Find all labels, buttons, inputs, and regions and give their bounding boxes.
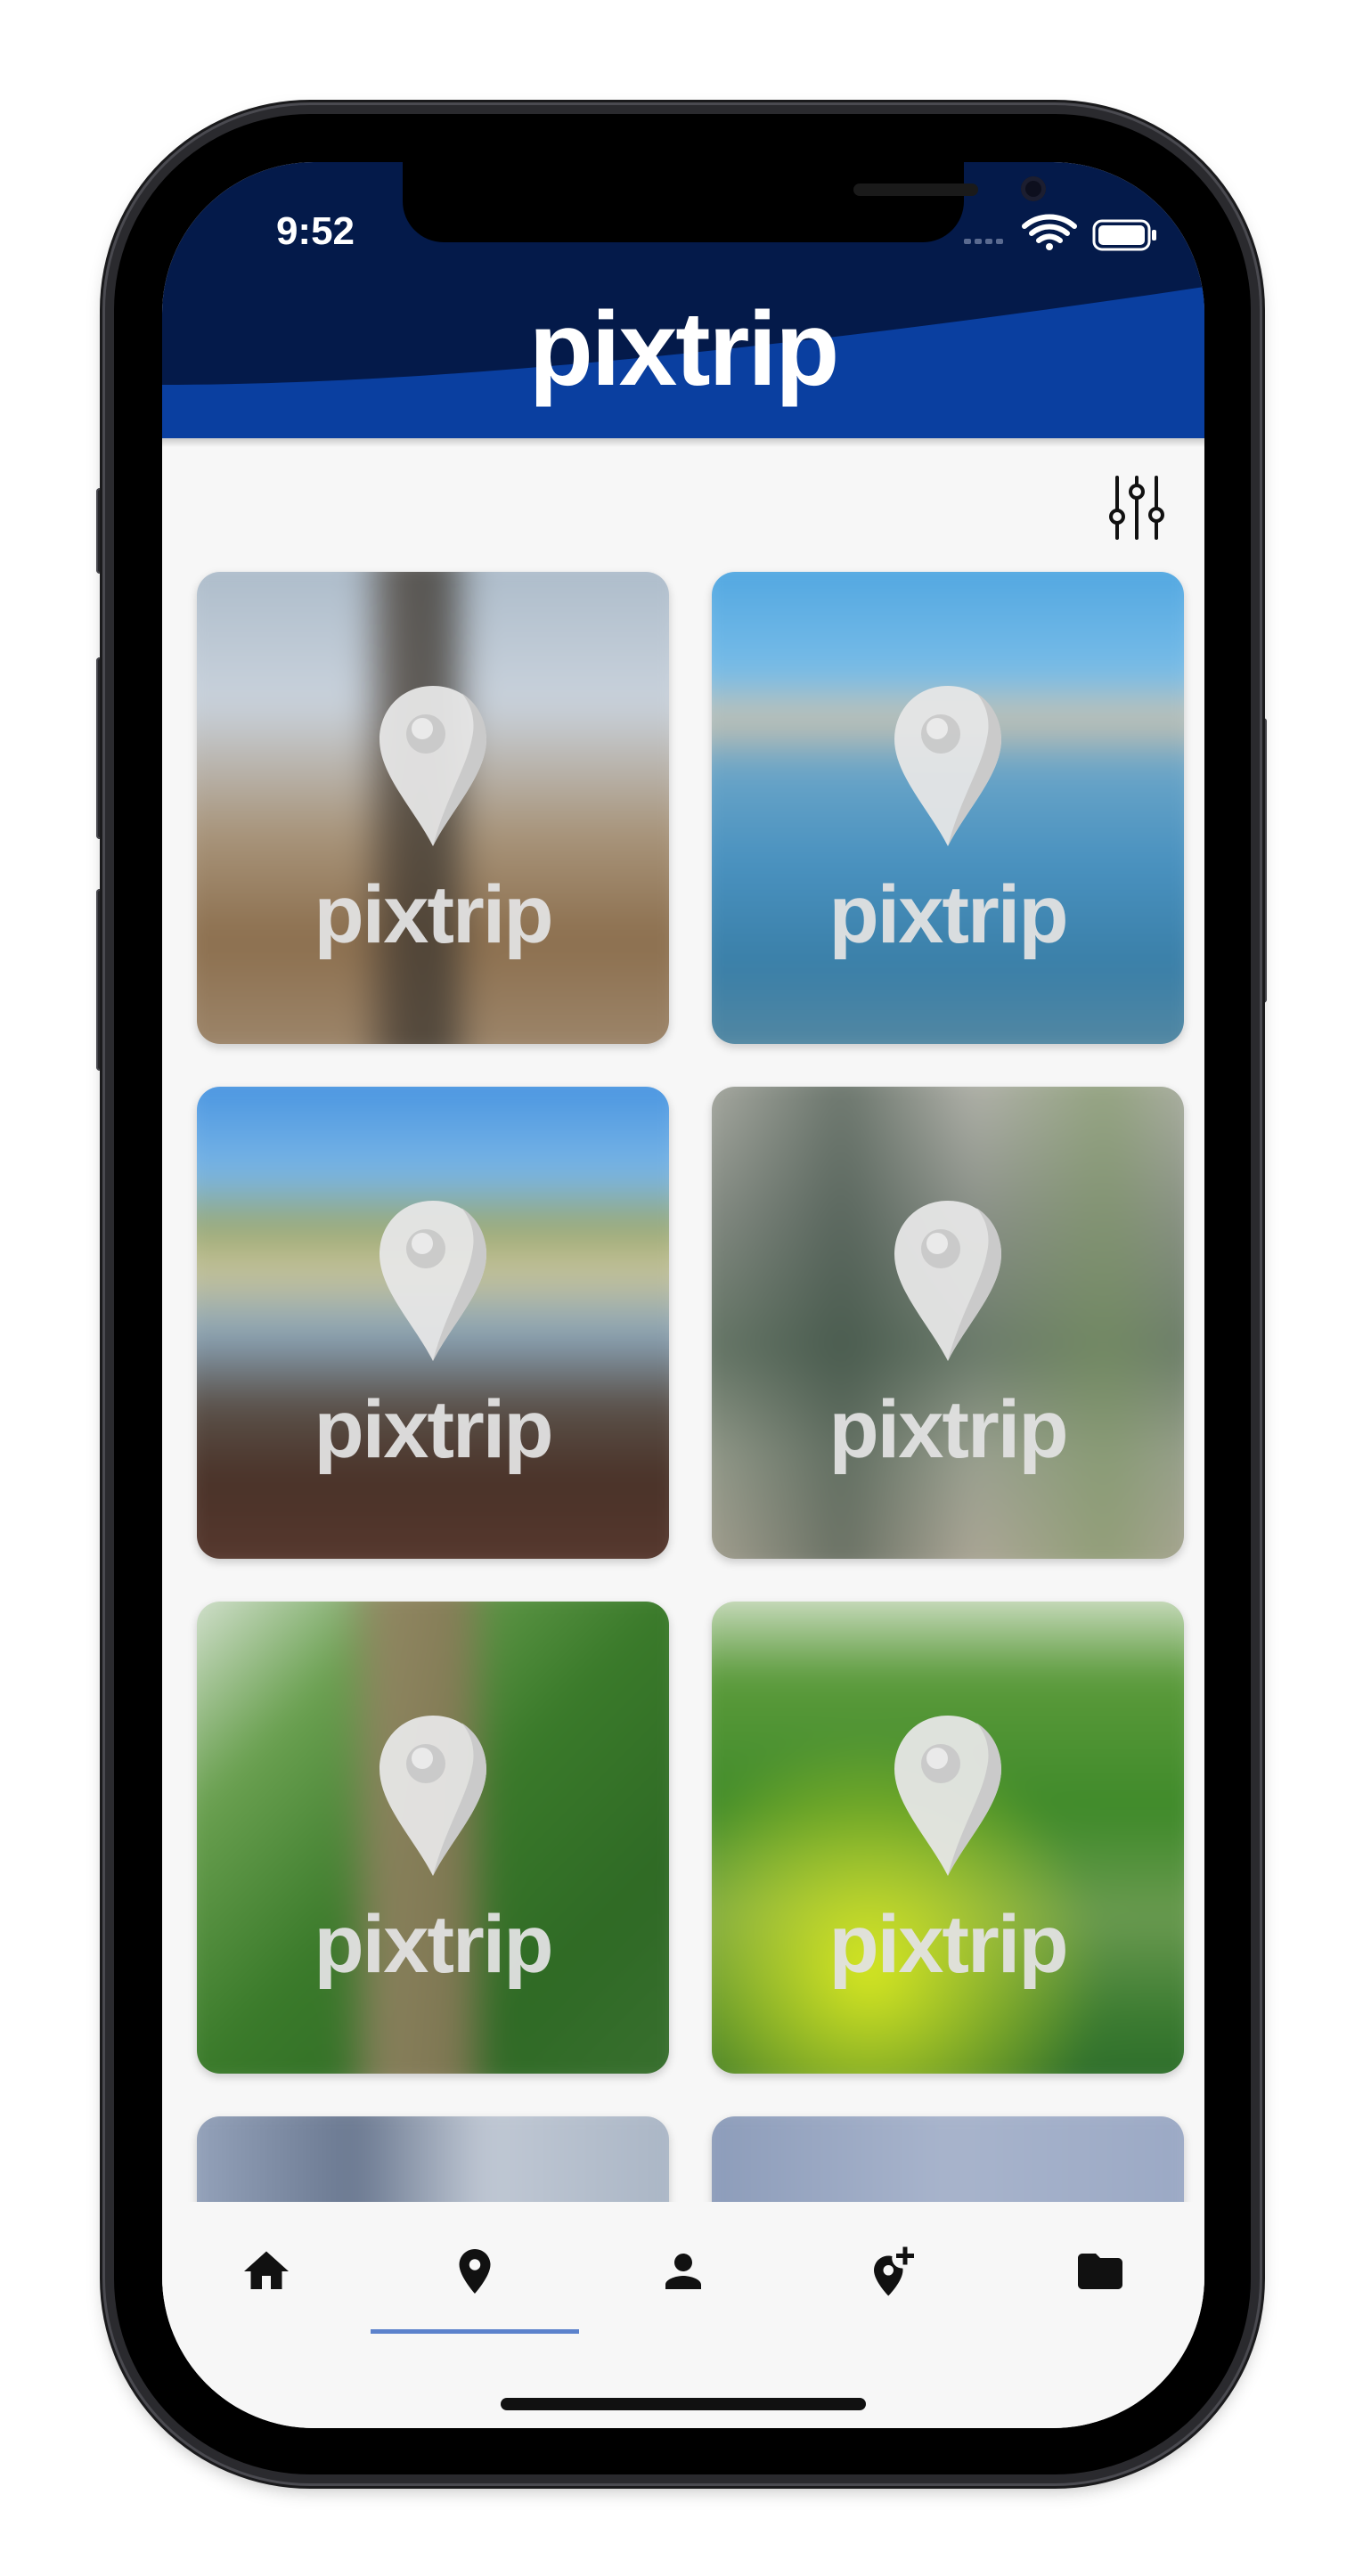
photo-tile[interactable]: [197, 2116, 669, 2202]
nav-active-indicator: [371, 2329, 579, 2334]
tile-brand-text: pixtrip: [314, 869, 553, 960]
nav-add-location[interactable]: [788, 2202, 996, 2344]
app-header: 9:52 pixtrip: [162, 162, 1204, 438]
photo-tile[interactable]: pixtrip: [197, 1602, 669, 2074]
folder-icon: [1078, 2254, 1122, 2289]
app-title: pixtrip: [528, 290, 840, 408]
map-pin-icon: [459, 2249, 491, 2294]
tile-brand-text: pixtrip: [314, 1899, 553, 1990]
map-pin-icon: [380, 686, 486, 846]
nav-profile[interactable]: [579, 2202, 788, 2344]
photo-grid: pixtrip pixtrip pixtrip pixtrip pixtrip …: [162, 162, 1204, 2202]
app-screen: pixtrip pixtrip pixtrip pixtrip pixtrip …: [162, 162, 1204, 2428]
tile-brand-text: pixtrip: [828, 1899, 1068, 1990]
photo-tile[interactable]: pixtrip: [197, 1087, 669, 1559]
header-shadow: [162, 438, 1204, 447]
device-notch: [403, 162, 1046, 242]
sliders-icon: [1109, 476, 1164, 540]
wifi-icon: [1022, 214, 1077, 243]
map-pin-icon: [380, 1716, 486, 1876]
speaker-grille: [853, 183, 978, 196]
device-mockup: pixtrip pixtrip pixtrip pixtrip pixtrip …: [0, 0, 1363, 2576]
photo-tile[interactable]: [712, 2116, 1184, 2202]
map-pin-icon: [894, 686, 1001, 846]
person-icon: [665, 2254, 701, 2289]
photo-tile[interactable]: pixtrip: [712, 572, 1184, 1044]
nav-places[interactable]: [371, 2202, 579, 2344]
cellular-signal-icon: [964, 239, 1003, 244]
map-pin-icon: [894, 1716, 1001, 1876]
tile-brand-text: pixtrip: [314, 1384, 553, 1475]
tile-brand-text: pixtrip: [828, 869, 1068, 960]
front-camera: [1021, 176, 1046, 201]
battery-icon: [1092, 219, 1156, 251]
filter-button[interactable]: [1105, 472, 1169, 543]
photo-tile[interactable]: pixtrip: [197, 572, 669, 1044]
tile-brand-text: pixtrip: [828, 1384, 1068, 1475]
map-pin-icon: [894, 1201, 1001, 1361]
photo-tile[interactable]: pixtrip: [712, 1602, 1184, 2074]
status-icons: [964, 214, 1156, 251]
photo-tile[interactable]: pixtrip: [712, 1087, 1184, 1559]
home-indicator: [501, 2398, 866, 2410]
nav-folder[interactable]: [996, 2202, 1204, 2344]
home-icon: [244, 2251, 289, 2289]
nav-home[interactable]: [162, 2202, 371, 2344]
add-location-icon: [874, 2246, 914, 2296]
bottom-navigation: [162, 2202, 1204, 2428]
map-pin-icon: [380, 1201, 486, 1361]
status-time: 9:52: [275, 209, 355, 253]
